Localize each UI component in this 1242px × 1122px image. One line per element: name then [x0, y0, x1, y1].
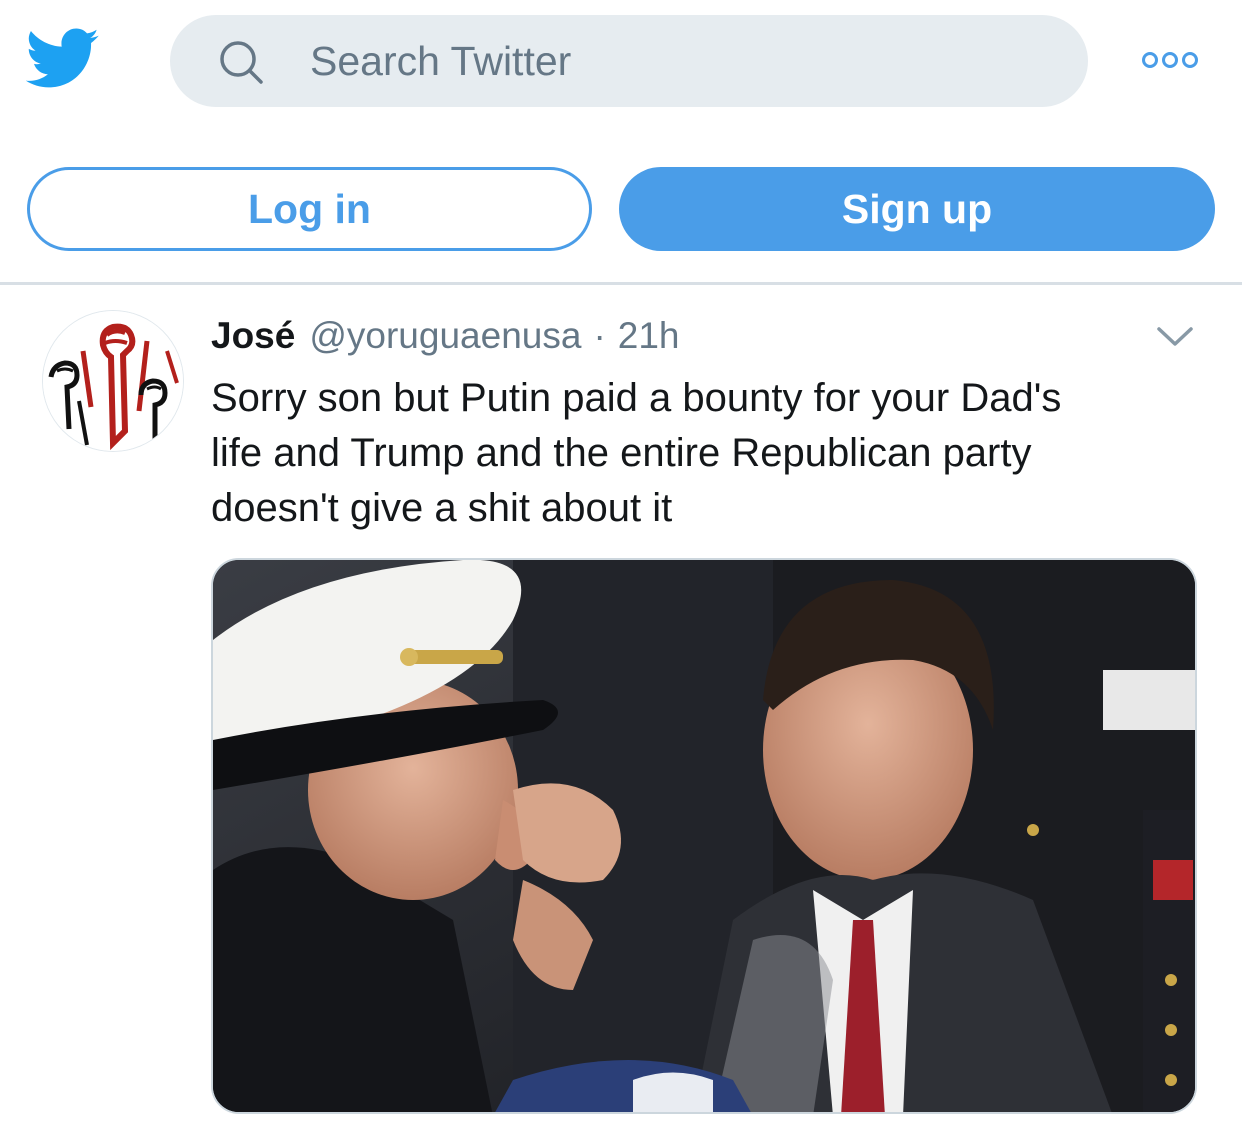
separator-dot: · — [593, 315, 606, 356]
tweet-text-line: life and Trump and the entire Republican… — [211, 431, 1032, 475]
author-handle[interactable]: @yoruguaenusa — [309, 315, 581, 357]
twitter-bird-icon[interactable] — [26, 28, 100, 90]
tweet-media[interactable] — [211, 558, 1197, 1114]
tweet-text: Sorry son but Putin paid a bounty for yo… — [211, 371, 1201, 536]
tweet-time[interactable]: 21h — [618, 315, 680, 357]
tweet-text-line: doesn't give a shit about it — [211, 486, 673, 530]
search-bar[interactable] — [170, 15, 1088, 107]
avatar[interactable] — [43, 311, 183, 451]
author-name[interactable]: José — [211, 315, 295, 357]
raised-fists-avatar — [43, 311, 183, 451]
top-bar — [0, 0, 1242, 130]
tweet-text-line: Sorry son but Putin paid a bounty for yo… — [211, 376, 1062, 420]
search-icon — [220, 41, 263, 84]
signup-button[interactable]: Sign up — [619, 167, 1215, 251]
tweet-header: José @yoruguaenusa · 21h — [211, 315, 680, 363]
tweet[interactable]: José @yoruguaenusa · 21h Sorry son but P… — [0, 285, 1242, 1122]
more-dots-icon[interactable] — [1140, 44, 1200, 76]
search-input[interactable] — [310, 15, 1050, 107]
funeral-photo — [213, 560, 1195, 1112]
chevron-down-icon[interactable] — [1156, 325, 1194, 349]
login-button[interactable]: Log in — [27, 167, 592, 251]
